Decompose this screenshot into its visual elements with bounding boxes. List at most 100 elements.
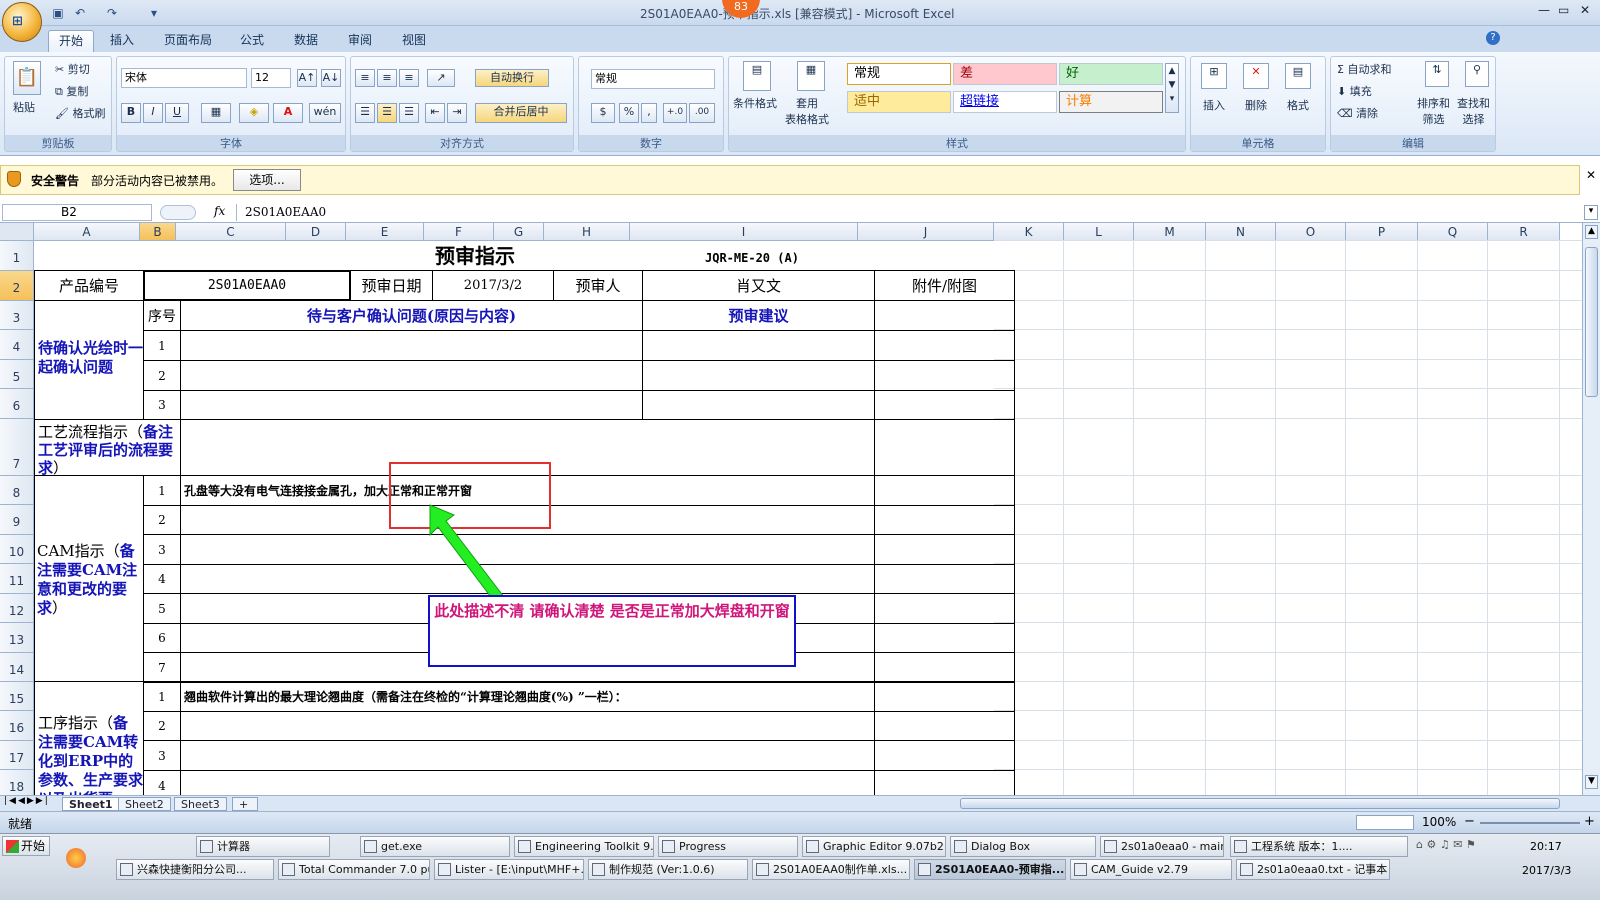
row-header[interactable]: 14 <box>0 653 34 682</box>
bold-button[interactable]: B <box>121 103 141 123</box>
tab-insert[interactable]: 插入 <box>100 30 144 52</box>
restore-button[interactable]: ▭ <box>1558 3 1569 17</box>
start-button[interactable]: 开始 <box>2 836 50 856</box>
options-button[interactable]: 选项... <box>233 169 301 191</box>
style-normal[interactable]: 常规 <box>847 63 951 85</box>
seq-cell[interactable]: 5 <box>143 593 181 624</box>
column-header[interactable]: D <box>286 223 346 241</box>
fx-icon[interactable]: fx <box>214 204 225 218</box>
attachment-cell[interactable] <box>874 360 1015 391</box>
attachment-cell[interactable] <box>874 330 1015 361</box>
cam-instruction-cell[interactable] <box>180 534 875 565</box>
increase-decimal-button[interactable]: +.0 <box>663 103 687 123</box>
row-header[interactable]: 10 <box>0 535 34 564</box>
suggestion-cell[interactable] <box>642 390 875 420</box>
currency-icon[interactable]: $ <box>591 103 615 123</box>
seq-header[interactable]: 序号 <box>143 300 181 331</box>
align-bottom-icon[interactable]: ≡ <box>399 69 419 87</box>
zoom-in-icon[interactable]: + <box>1584 814 1595 829</box>
quick-launch-icon[interactable] <box>66 848 86 868</box>
seq-cell[interactable]: 2 <box>143 505 181 535</box>
row-header[interactable]: 18 <box>0 770 34 795</box>
find-select-button[interactable]: 查找和 选择 <box>1457 95 1490 127</box>
style-neutral[interactable]: 适中 <box>847 91 951 113</box>
sheet-nav-icon[interactable]: |◀◀▶▶| <box>4 796 50 806</box>
row-header[interactable]: 6 <box>0 389 34 419</box>
italic-button[interactable]: I <box>143 103 163 123</box>
grow-font-button[interactable]: A↑ <box>297 69 317 87</box>
formula-cancel-icon[interactable] <box>160 205 196 220</box>
column-header[interactable]: B <box>140 223 176 241</box>
taskbar-button[interactable]: 2S01A0EAA0-预审指... <box>914 859 1066 880</box>
taskbar-button[interactable]: 计算器 <box>196 836 330 857</box>
seq-cell[interactable]: 3 <box>143 740 181 771</box>
conditional-format-icon[interactable]: ▤ <box>743 61 771 91</box>
view-buttons[interactable] <box>1356 815 1414 830</box>
font-color-button[interactable]: A <box>273 103 303 123</box>
attachment-cell[interactable] <box>874 505 1015 535</box>
issue-cell[interactable] <box>180 390 643 420</box>
align-right-icon[interactable]: ☰ <box>399 103 419 123</box>
step-instruction-cell[interactable] <box>180 770 875 795</box>
redo-icon[interactable]: ↷ <box>104 5 120 21</box>
taskbar-button[interactable]: 2s01a0eaa0 - main_qa <box>1100 836 1224 857</box>
attachment-cell[interactable] <box>874 419 1015 476</box>
close-button[interactable]: ✕ <box>1580 3 1590 17</box>
decrease-indent-icon[interactable]: ⇤ <box>425 103 445 123</box>
column-header[interactable]: M <box>1134 223 1206 241</box>
undo-icon[interactable]: ↶ <box>72 5 88 21</box>
horizontal-scroll-thumb[interactable] <box>960 798 1560 809</box>
row-header[interactable]: 4 <box>0 330 34 360</box>
taskbar-button[interactable]: Graphic Editor 9.07b2... <box>802 836 946 857</box>
shrink-font-button[interactable]: A↓ <box>321 69 341 87</box>
percent-button[interactable]: % <box>619 103 639 123</box>
sort-filter-button[interactable]: 排序和 筛选 <box>1417 95 1450 127</box>
underline-button[interactable]: U <box>165 103 189 123</box>
tab-view[interactable]: 视图 <box>392 30 436 52</box>
row-header[interactable]: 3 <box>0 301 34 330</box>
attachment-cell[interactable] <box>874 534 1015 565</box>
scroll-down-icon[interactable]: ▼ <box>1585 775 1598 789</box>
zoom-level[interactable]: 100% <box>1422 815 1456 829</box>
taskbar-button[interactable]: 2S01A0EAA0制作单.xls... <box>752 859 910 880</box>
cam-section-label[interactable]: CAM指示（备注需要CAM注意和更改的要求） <box>34 475 144 682</box>
table-format-button[interactable]: 套用 表格格式 <box>785 95 829 127</box>
row-header[interactable]: 11 <box>0 564 34 594</box>
cam-instruction-cell[interactable] <box>180 564 875 594</box>
date-value[interactable]: 2017/3/2 <box>432 270 554 301</box>
row-header[interactable]: 17 <box>0 741 34 770</box>
taskbar-button[interactable]: Progress <box>658 836 798 857</box>
confirm-section-label[interactable]: 待确认光绘时一起确认问题 <box>34 300 144 420</box>
attachment-cell[interactable] <box>874 681 1015 712</box>
insert-cells-button[interactable]: 插入 <box>1203 97 1225 113</box>
row-header[interactable]: 2 <box>0 271 34 301</box>
column-header[interactable]: N <box>1206 223 1276 241</box>
row-header[interactable]: 12 <box>0 594 34 623</box>
taskbar-button[interactable]: Dialog Box <box>950 836 1096 857</box>
attachment-cell[interactable] <box>874 652 1015 683</box>
decrease-decimal-button[interactable]: .00 <box>689 103 715 123</box>
system-tray[interactable]: ⌂ ⚙ ♫ ✉ ⚑ <box>1416 838 1516 878</box>
scroll-up-icon[interactable]: ▲ <box>1585 225 1598 239</box>
column-header[interactable]: Q <box>1418 223 1488 241</box>
seq-cell[interactable]: 2 <box>143 711 181 741</box>
expand-formula-icon[interactable]: ▾ <box>1584 205 1598 220</box>
customize-qat-icon[interactable]: ▾ <box>146 5 162 21</box>
align-middle-icon[interactable]: ≡ <box>377 69 397 87</box>
attachment-cell[interactable] <box>874 475 1015 506</box>
select-all-corner[interactable] <box>0 223 34 241</box>
seq-cell[interactable]: 3 <box>143 390 181 420</box>
taskbar-button[interactable]: 2s01a0eaa0.txt - 记事本 <box>1236 859 1390 880</box>
taskbar-button[interactable]: Lister - [E:\input\MHF+.... <box>434 859 584 880</box>
column-header[interactable]: H <box>544 223 630 241</box>
step-instruction-cell[interactable]: 翘曲软件计算出的最大理论翘曲度（需备注在终检的“计算理论翘曲度(%) ”一栏）： <box>180 681 875 712</box>
column-header[interactable]: I <box>630 223 858 241</box>
seq-cell[interactable]: 7 <box>143 652 181 683</box>
copy-button[interactable]: ⧉ 复制 <box>55 83 88 99</box>
column-header[interactable]: P <box>1346 223 1418 241</box>
suggestion-header[interactable]: 预审建议 <box>642 300 875 331</box>
tab-data[interactable]: 数据 <box>284 30 328 52</box>
row-header[interactable]: 9 <box>0 505 34 535</box>
font-size-select[interactable]: 12 <box>251 68 291 88</box>
suggestion-cell[interactable] <box>642 360 875 391</box>
